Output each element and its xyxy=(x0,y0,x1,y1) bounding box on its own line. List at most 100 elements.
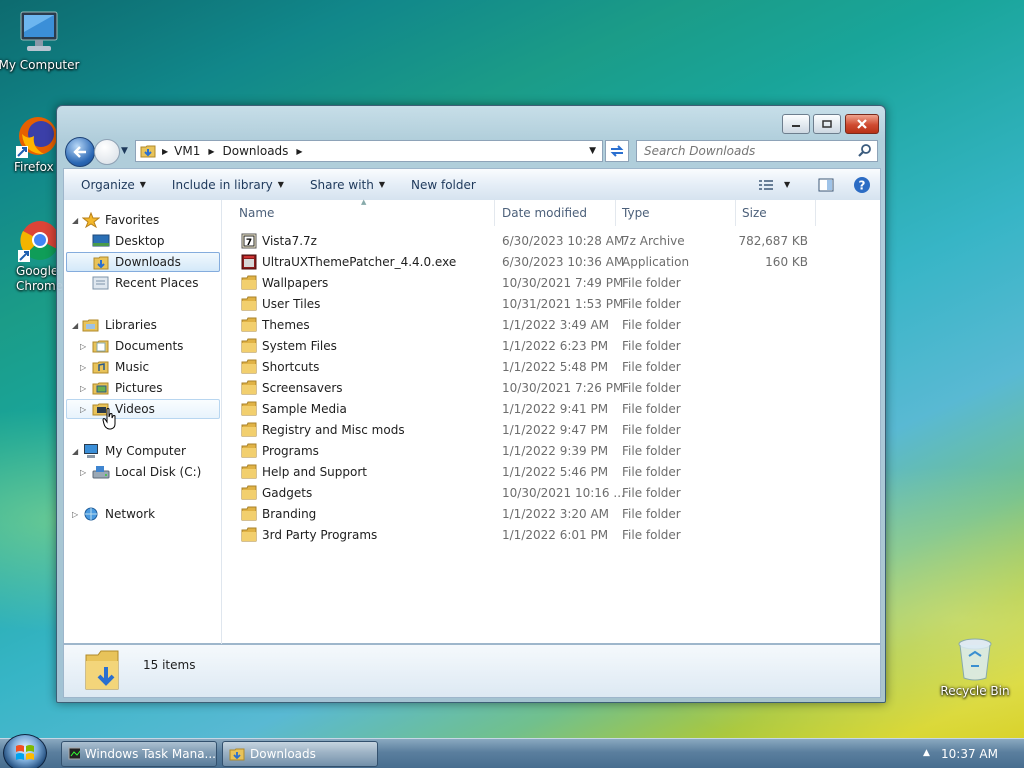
breadcrumb-downloads[interactable]: Downloads xyxy=(223,144,289,158)
collapse-arrow-icon: ◢ xyxy=(72,320,79,330)
tree-favorites[interactable]: ◢ Favorites xyxy=(68,210,218,230)
file-row[interactable]: Programs 1/1/2022 9:39 PM File folder xyxy=(233,440,833,461)
refresh-button[interactable] xyxy=(605,140,629,162)
tree-item-pictures[interactable]: ▷ Pictures xyxy=(66,378,220,398)
tree-item-desktop[interactable]: Desktop xyxy=(66,231,220,251)
desktop-icon-recycle-bin[interactable]: Recycle Bin xyxy=(930,636,1020,698)
file-name: Screensavers xyxy=(262,380,343,395)
file-row[interactable]: Help and Support 1/1/2022 5:46 PM File fol… xyxy=(233,461,833,482)
expand-arrow-icon: ▷ xyxy=(80,467,87,477)
tree-item-recent-places[interactable]: Recent Places xyxy=(66,273,220,293)
column-header-size[interactable]: Size xyxy=(736,200,816,226)
taskbar-button-label: Windows Task Mana... xyxy=(84,747,216,761)
new-folder-button[interactable]: New folder xyxy=(402,169,485,201)
breadcrumb-vm1[interactable]: VM1 xyxy=(174,144,200,158)
task-manager-icon xyxy=(68,747,80,760)
tree-item-downloads[interactable]: Downloads xyxy=(66,252,220,272)
file-type: File folder xyxy=(622,359,681,374)
file-date-modified: 1/1/2022 9:41 PM xyxy=(502,401,609,416)
expand-arrow-icon: ▷ xyxy=(80,341,87,351)
file-row[interactable]: Screensavers 10/30/2021 7:26 PM File folde… xyxy=(233,377,833,398)
maximize-button[interactable] xyxy=(813,114,841,134)
file-name: User Tiles xyxy=(262,296,321,311)
address-bar[interactable]: ▶ VM1 ▶ Downloads ▶ ▼ xyxy=(135,140,603,162)
file-row[interactable]: Branding 1/1/2022 3:20 AM File folder xyxy=(233,503,833,524)
file-date-modified: 1/1/2022 9:47 PM xyxy=(502,422,609,437)
clock[interactable]: 10:37 AM xyxy=(941,747,998,761)
file-date-modified: 10/30/2021 7:49 PM xyxy=(502,275,624,290)
file-row[interactable]: Wallpapers 10/30/2021 7:49 PM File folder xyxy=(233,272,833,293)
tree-label: Videos xyxy=(115,402,155,416)
expand-arrow-icon: ▷ xyxy=(80,404,87,414)
show-hidden-icons-button[interactable]: ▲ xyxy=(923,748,930,758)
firefox-icon xyxy=(16,117,57,158)
hand-cursor-icon xyxy=(102,408,116,430)
tree-libraries[interactable]: ◢ Libraries xyxy=(68,315,218,335)
start-button[interactable] xyxy=(3,734,47,768)
tree-item-documents[interactable]: ▷ Documents xyxy=(66,336,220,356)
file-name: Help and Support xyxy=(262,464,367,479)
file-row[interactable]: Themes 1/1/2022 3:49 AM File folder xyxy=(233,314,833,335)
file-row[interactable]: User Tiles 10/31/2021 1:53 PM File folder xyxy=(233,293,833,314)
svg-text:7: 7 xyxy=(246,238,252,248)
search-box[interactable] xyxy=(636,140,878,162)
file-row[interactable]: Gadgets 10/30/2021 10:16 ... File folder xyxy=(233,482,833,503)
include-in-library-button[interactable]: Include in library ▼ xyxy=(163,169,293,201)
folder-icon xyxy=(241,527,257,542)
taskbar-button-task-manager[interactable]: Windows Task Mana... xyxy=(61,741,217,767)
file-row[interactable]: 3rd Party Programs 1/1/2022 6:01 PM File f… xyxy=(233,524,833,545)
preview-pane-button[interactable] xyxy=(809,169,843,201)
tree-network[interactable]: ▷ Network xyxy=(68,504,218,524)
tree-item-local-disk[interactable]: ▷ Local Disk (C:) xyxy=(66,462,220,482)
file-row[interactable]: Sample Media 1/1/2022 9:41 PM File folder xyxy=(233,398,833,419)
minimize-button[interactable] xyxy=(782,114,810,134)
folder-download-icon xyxy=(140,145,156,158)
address-history-dropdown[interactable]: ▼ xyxy=(589,146,596,156)
file-row[interactable]: Registry and Misc mods 1/1/2022 9:47 PM Fi… xyxy=(233,419,833,440)
change-view-button[interactable]: ▼ xyxy=(749,169,799,201)
organize-button[interactable]: Organize ▼ xyxy=(72,169,155,201)
folder-icon xyxy=(241,506,257,521)
file-date-modified: 1/1/2022 6:01 PM xyxy=(502,527,609,542)
archive-icon: 7 xyxy=(241,233,257,249)
chevron-down-icon: ▼ xyxy=(378,180,385,189)
expand-arrow-icon: ▷ xyxy=(80,383,87,393)
help-button[interactable]: ? xyxy=(844,169,880,201)
file-name-cell: Themes xyxy=(241,317,310,332)
tree-label: Downloads xyxy=(115,255,181,269)
folder-download-icon xyxy=(85,650,119,690)
folder-icon xyxy=(241,485,257,500)
tree-label: Desktop xyxy=(115,234,165,248)
file-row[interactable]: UltraUXThemePatcher_4.4.0.exe 6/30/2023 1… xyxy=(233,251,833,272)
share-with-button[interactable]: Share with ▼ xyxy=(301,169,394,201)
search-input[interactable] xyxy=(637,144,857,158)
taskbar-button-downloads[interactable]: Downloads xyxy=(222,741,378,767)
desktop-icon-my-computer[interactable]: My Computer xyxy=(0,10,84,72)
column-header-type[interactable]: Type xyxy=(616,200,736,226)
file-type: Application xyxy=(622,254,690,269)
file-row[interactable]: 7 Vista7.7z 6/30/2023 10:28 AM 7z Archive 78… xyxy=(233,230,833,251)
file-type: File folder xyxy=(622,338,681,353)
content-pane: ◢ Favorites Desktop Downloads Recent Pla… xyxy=(63,198,881,644)
new-folder-label: New folder xyxy=(411,177,476,192)
file-type: File folder xyxy=(622,401,681,416)
back-button[interactable] xyxy=(65,137,95,167)
column-header-date-modified[interactable]: Date modified xyxy=(496,200,616,226)
tree-label: Documents xyxy=(115,339,184,353)
column-label: Date modified xyxy=(502,206,588,220)
file-row[interactable]: Shortcuts 1/1/2022 5:48 PM File folder xyxy=(233,356,833,377)
desktop-icon-chrome[interactable]: Google Chrome xyxy=(0,218,64,294)
file-date-modified: 6/30/2023 10:36 AM xyxy=(502,254,625,269)
recent-pages-dropdown[interactable]: ▼ xyxy=(121,146,128,156)
folder-icon xyxy=(241,317,257,332)
tree-my-computer[interactable]: ◢ My Computer xyxy=(68,441,218,461)
file-type: File folder xyxy=(622,506,681,521)
desktop-icon-label: Recycle Bin xyxy=(940,684,1010,698)
file-name: Themes xyxy=(262,317,310,332)
close-button[interactable] xyxy=(845,114,879,134)
file-row[interactable]: System Files 1/1/2022 6:23 PM File folder xyxy=(233,335,833,356)
tree-item-videos[interactable]: ▷ Videos xyxy=(66,399,220,419)
tree-item-music[interactable]: ▷ Music xyxy=(66,357,220,377)
forward-button[interactable] xyxy=(94,139,120,165)
file-size: 782,687 KB xyxy=(738,233,808,248)
